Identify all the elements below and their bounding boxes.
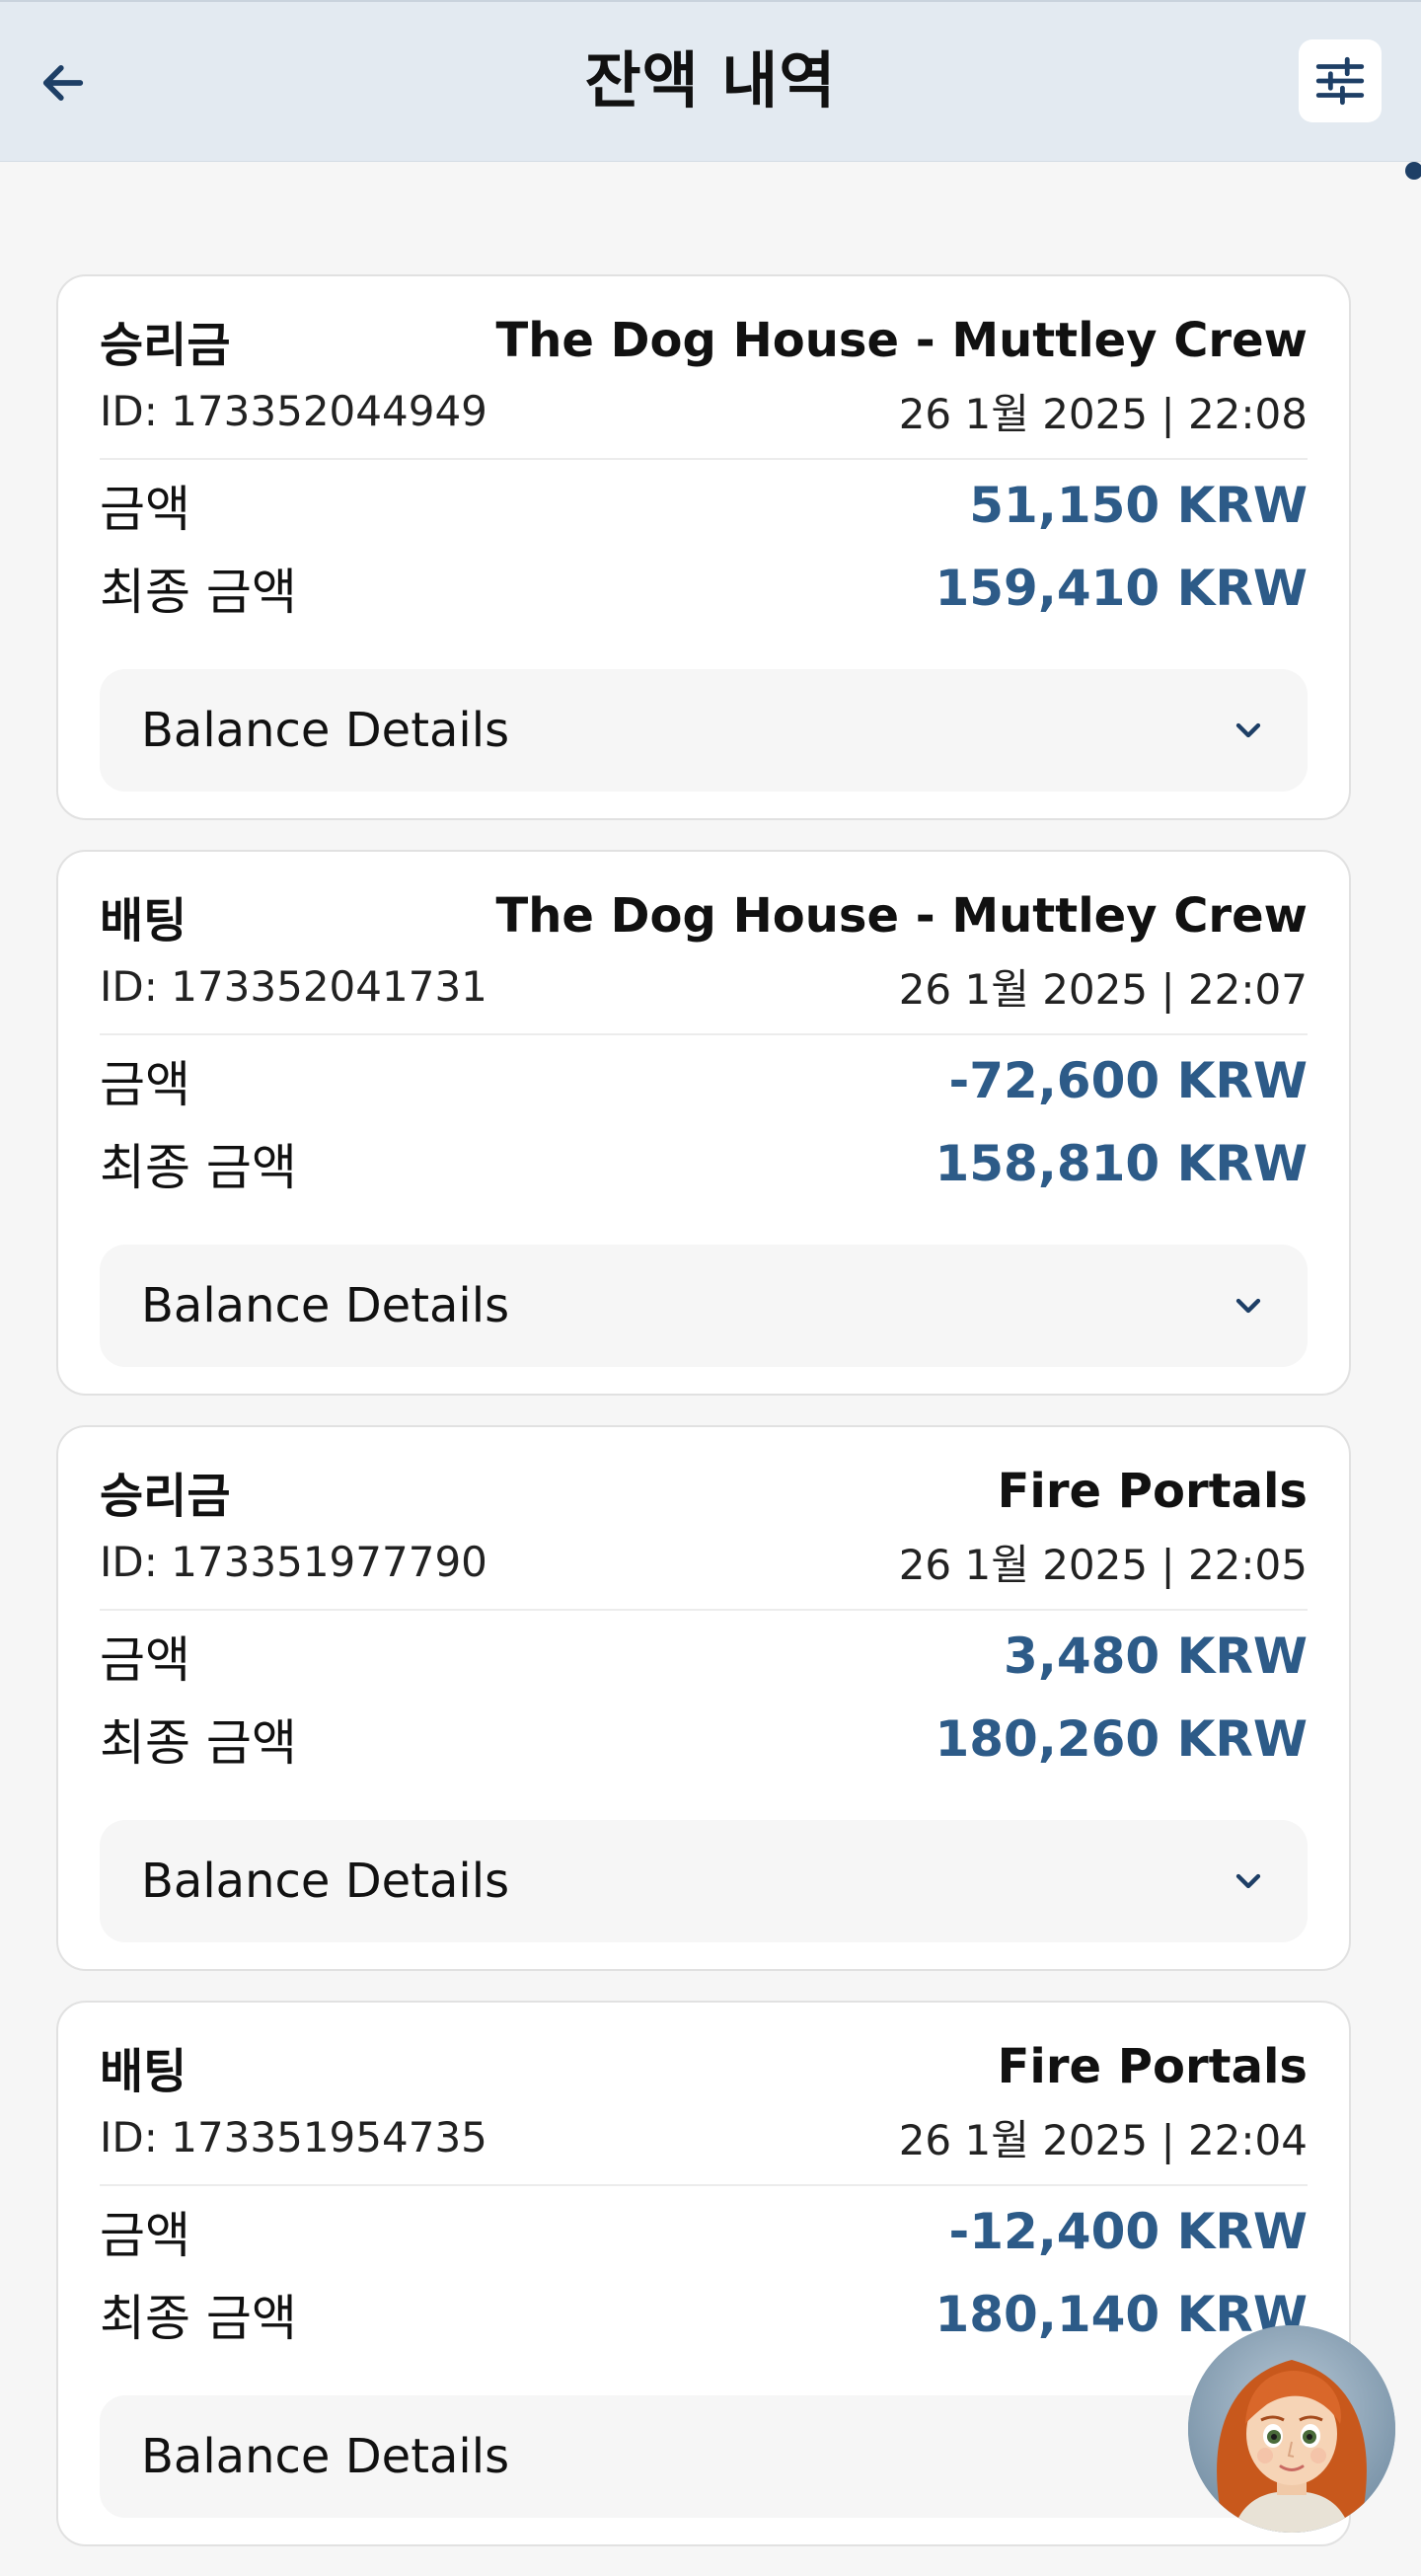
transaction-id: ID: 173351977790: [100, 1537, 487, 1586]
transaction-datetime: 26 1월 2025 | 22:07: [898, 964, 1308, 1014]
amount-value: 3,480 KRW: [1004, 1628, 1308, 1685]
divider: [100, 1609, 1308, 1611]
final-amount-label: 최종 금액: [100, 2290, 297, 2347]
transaction-type: 배팅: [100, 893, 187, 948]
game-name: The Dog House - Muttley Crew: [495, 888, 1309, 944]
transaction-card: 승리금 The Dog House - Muttley Crew ID: 173…: [56, 274, 1351, 820]
amount-label: 금액: [100, 1631, 190, 1689]
chevron-down-icon: [1235, 1873, 1261, 1889]
transaction-card: 배팅 The Dog House - Muttley Crew ID: 1733…: [56, 850, 1351, 1396]
transaction-card: 승리금 Fire Portals ID: 173351977790 26 1월 …: [56, 1425, 1351, 1971]
transaction-datetime: 26 1월 2025 | 22:04: [898, 2115, 1308, 2164]
transaction-id: ID: 173351954735: [100, 2112, 487, 2161]
transaction-id: ID: 173352044949: [100, 386, 487, 435]
balance-details-toggle[interactable]: Balance Details: [100, 1245, 1308, 1367]
scroll-indicator: [1405, 162, 1421, 180]
balance-details-toggle[interactable]: Balance Details: [100, 1820, 1308, 1942]
transaction-list: 승리금 The Dog House - Muttley Crew ID: 173…: [56, 274, 1351, 2576]
balance-details-toggle[interactable]: Balance Details: [100, 669, 1308, 792]
amount-label: 금액: [100, 481, 190, 538]
divider: [100, 2184, 1308, 2186]
transaction-type: 승리금: [100, 318, 231, 373]
divider: [100, 1033, 1308, 1035]
amount-value: -12,400 KRW: [948, 2203, 1308, 2260]
balance-details-toggle[interactable]: Balance Details: [100, 2395, 1308, 2518]
transaction-type: 배팅: [100, 2044, 187, 2099]
amount-label: 금액: [100, 2207, 190, 2264]
balance-details-label: Balance Details: [141, 1854, 510, 1909]
amount-value: 51,150 KRW: [969, 477, 1308, 534]
balance-details-label: Balance Details: [141, 1278, 510, 1333]
support-avatar-icon: [1188, 2325, 1395, 2533]
final-amount-value: 158,810 KRW: [935, 1135, 1308, 1192]
game-name: Fire Portals: [997, 1464, 1308, 1519]
transaction-card: 배팅 Fire Portals ID: 173351954735 26 1월 2…: [56, 2001, 1351, 2546]
final-amount-label: 최종 금액: [100, 1714, 297, 1772]
chevron-down-icon: [1235, 1298, 1261, 1314]
divider: [100, 458, 1308, 460]
final-amount-label: 최종 금액: [100, 1139, 297, 1196]
balance-details-label: Balance Details: [141, 2429, 510, 2484]
amount-label: 금액: [100, 1056, 190, 1113]
transaction-id: ID: 173352041731: [100, 961, 487, 1011]
game-name: Fire Portals: [997, 2039, 1308, 2094]
amount-value: -72,600 KRW: [948, 1052, 1308, 1109]
final-amount-label: 최종 금액: [100, 564, 297, 621]
transaction-type: 승리금: [100, 1469, 231, 1524]
game-name: The Dog House - Muttley Crew: [495, 313, 1309, 368]
transaction-datetime: 26 1월 2025 | 22:05: [898, 1540, 1308, 1589]
page-title: 잔액 내역: [584, 44, 837, 116]
final-amount-value: 159,410 KRW: [935, 560, 1308, 617]
filter-button[interactable]: [1299, 39, 1382, 122]
final-amount-value: 180,260 KRW: [935, 1710, 1308, 1768]
chevron-down-icon: [1235, 722, 1261, 738]
balance-details-label: Balance Details: [141, 703, 510, 758]
sliders-icon: [1315, 56, 1365, 106]
top-bar: 잔액 내역: [0, 0, 1421, 162]
support-avatar-button[interactable]: [1188, 2325, 1395, 2533]
transaction-datetime: 26 1월 2025 | 22:08: [898, 389, 1308, 438]
